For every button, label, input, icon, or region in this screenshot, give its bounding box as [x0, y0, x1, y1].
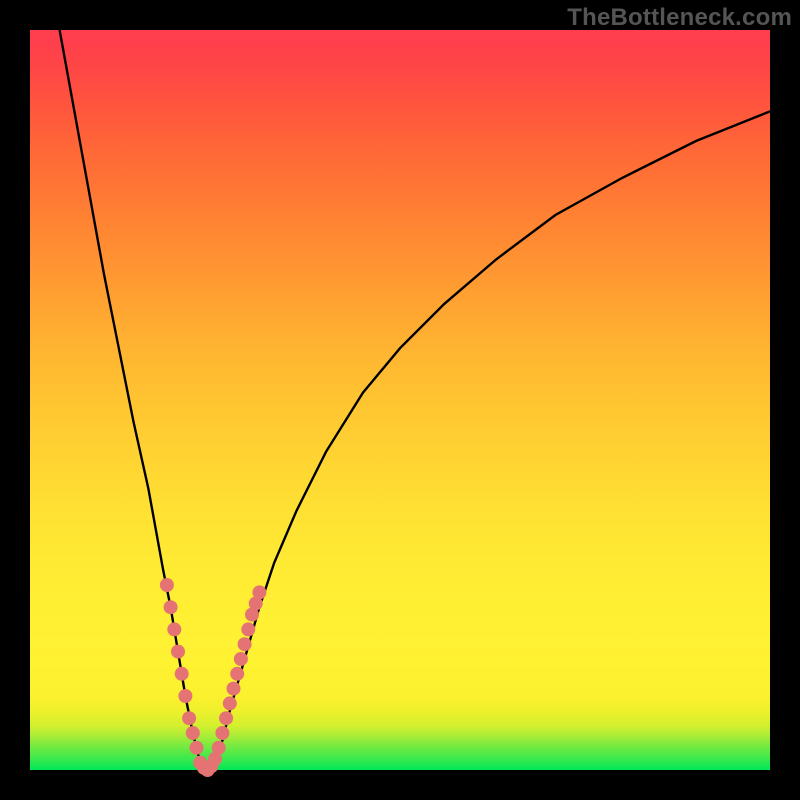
curve-marker	[230, 667, 244, 681]
curve-marker	[178, 689, 192, 703]
curve-marker	[234, 652, 248, 666]
curve-marker	[215, 726, 229, 740]
curve-marker	[171, 645, 185, 659]
watermark-text: TheBottleneck.com	[567, 4, 792, 32]
chart-canvas: TheBottleneck.com	[0, 0, 800, 800]
curve-marker	[238, 637, 252, 651]
curve-marker	[167, 622, 181, 636]
curve-marker	[223, 696, 237, 710]
curve-marker	[175, 667, 189, 681]
curve-marker	[241, 622, 255, 636]
curve-marker	[182, 711, 196, 725]
curve-marker	[164, 600, 178, 614]
plot-area	[30, 30, 770, 770]
bottleneck-curve-path	[60, 30, 770, 770]
curve-marker	[160, 578, 174, 592]
curve-marker	[212, 741, 226, 755]
curve-marker	[252, 585, 266, 599]
marker-group	[160, 578, 267, 777]
curve-svg	[30, 30, 770, 770]
curve-marker	[186, 726, 200, 740]
curve-marker	[190, 741, 204, 755]
curve-marker	[227, 682, 241, 696]
curve-marker	[219, 711, 233, 725]
